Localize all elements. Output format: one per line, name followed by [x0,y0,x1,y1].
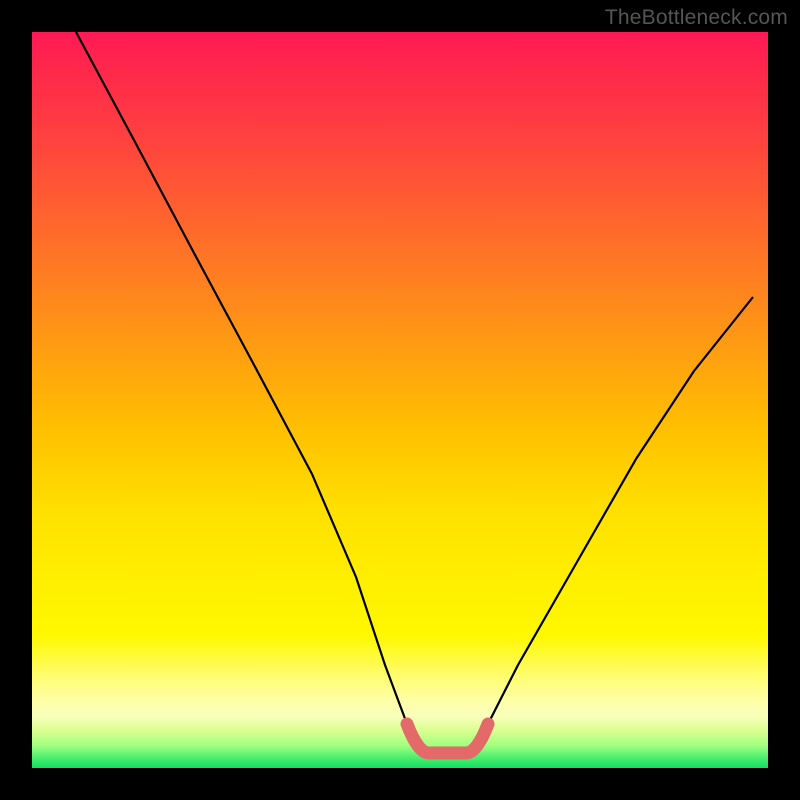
curve-path [76,32,753,753]
plot-area [32,32,768,768]
bottleneck-curve [32,32,768,768]
watermark-text: TheBottleneck.com [605,6,788,30]
curve-min-highlight [407,724,488,753]
chart-frame: TheBottleneck.com [0,0,800,800]
